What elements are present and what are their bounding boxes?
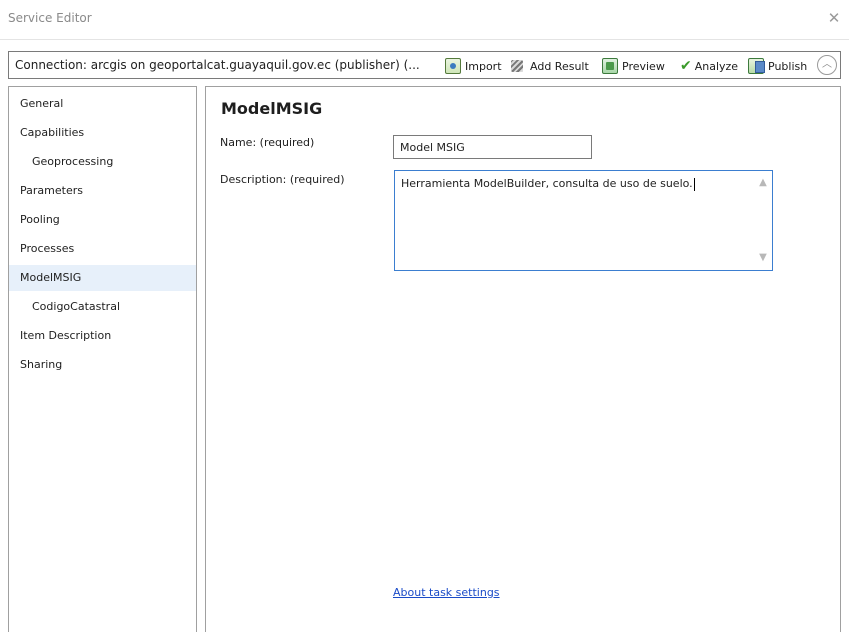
sidebar-item-processes[interactable]: Processes bbox=[9, 236, 196, 262]
connection-label: Connection: arcgis on geoportalcat.guaya… bbox=[15, 58, 420, 72]
sidebar-item-general[interactable]: General bbox=[9, 91, 196, 117]
publish-label: Publish bbox=[768, 59, 808, 73]
sidebar-item-parameters[interactable]: Parameters bbox=[9, 178, 196, 204]
window-title: Service Editor bbox=[8, 11, 92, 25]
sidebar: General Capabilities Geoprocessing Param… bbox=[8, 86, 197, 632]
preview-icon bbox=[602, 58, 618, 74]
chevron-up-icon[interactable]: ︿ bbox=[817, 55, 837, 75]
description-label: Description: (required) bbox=[220, 173, 345, 186]
sidebar-item-pooling[interactable]: Pooling bbox=[9, 207, 196, 233]
sidebar-item-item-description[interactable]: Item Description bbox=[9, 323, 196, 349]
title-bar: Service Editor ✕ bbox=[0, 0, 849, 40]
title-divider bbox=[0, 39, 849, 40]
analyze-button[interactable]: ✔ Analyze bbox=[680, 56, 738, 76]
scroll-up-icon[interactable]: ▲ bbox=[757, 177, 769, 189]
text-cursor bbox=[693, 177, 695, 191]
import-button[interactable]: Import bbox=[445, 56, 502, 76]
description-text: Herramienta ModelBuilder, consulta de us… bbox=[401, 177, 695, 191]
close-icon[interactable]: ✕ bbox=[825, 9, 843, 27]
add-result-label: Add Result bbox=[530, 59, 589, 73]
about-task-settings-link[interactable]: About task settings bbox=[393, 586, 500, 599]
description-field[interactable]: Herramienta ModelBuilder, consulta de us… bbox=[394, 170, 773, 271]
publish-button[interactable]: Publish bbox=[748, 56, 807, 76]
import-icon bbox=[445, 58, 461, 74]
name-field[interactable] bbox=[393, 135, 592, 159]
sidebar-item-capabilities[interactable]: Capabilities bbox=[9, 120, 196, 146]
toolbar: Connection: arcgis on geoportalcat.guaya… bbox=[8, 51, 841, 79]
add-result-icon bbox=[510, 58, 526, 74]
scroll-down-icon[interactable]: ▼ bbox=[757, 252, 769, 264]
sidebar-item-geoprocessing[interactable]: Geoprocessing bbox=[9, 149, 196, 175]
sidebar-item-codigocatastral[interactable]: CodigoCatastral bbox=[9, 294, 196, 320]
sidebar-item-modelmsig[interactable]: ModelMSIG bbox=[9, 265, 196, 291]
checkmark-icon: ✔ bbox=[680, 58, 692, 74]
analyze-label: Analyze bbox=[694, 59, 739, 73]
page-title: ModelMSIG bbox=[221, 99, 323, 118]
preview-button[interactable]: Preview bbox=[602, 56, 665, 76]
sidebar-item-sharing[interactable]: Sharing bbox=[9, 352, 196, 378]
settings-panel: ModelMSIG Name: (required) Description: … bbox=[205, 86, 841, 632]
import-label: Import bbox=[465, 59, 502, 73]
preview-label: Preview bbox=[622, 59, 665, 73]
add-result-button[interactable]: Add Result bbox=[510, 56, 589, 76]
publish-icon bbox=[748, 58, 765, 74]
name-label: Name: (required) bbox=[220, 136, 315, 149]
